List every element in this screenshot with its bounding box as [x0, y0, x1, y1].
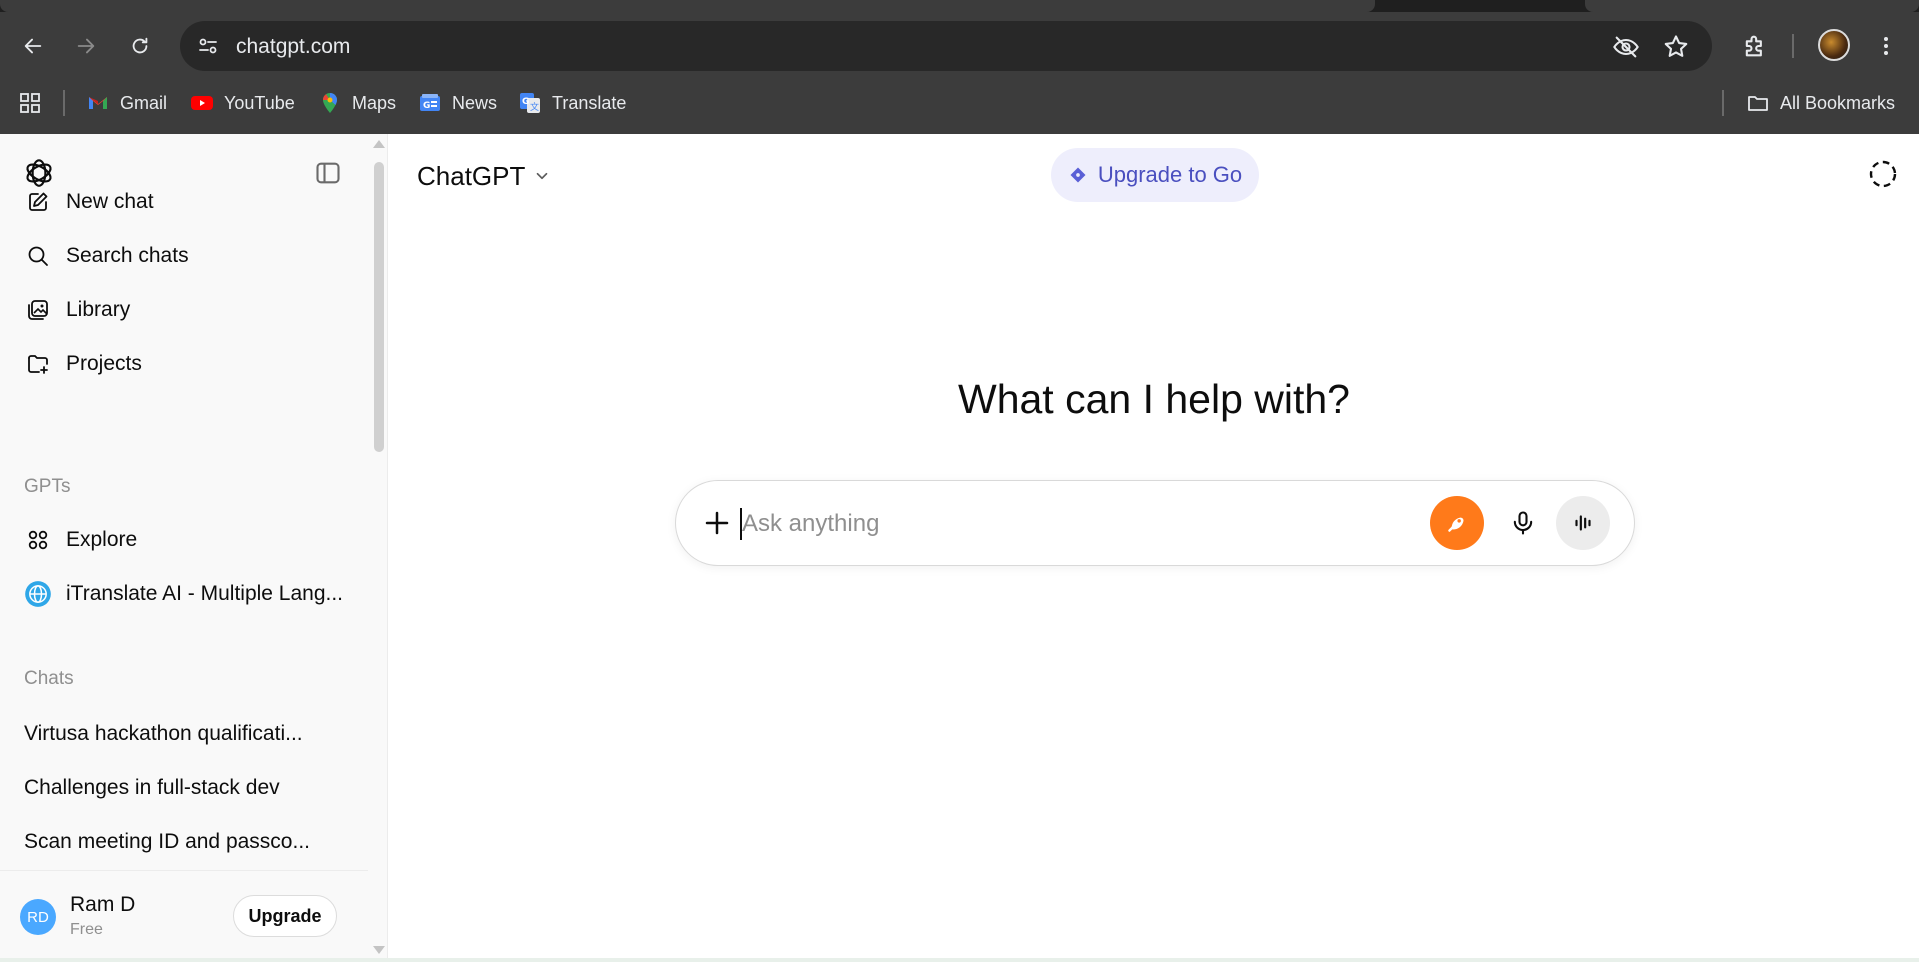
search-icon: [24, 242, 52, 270]
diamond-icon: [1070, 167, 1086, 183]
tab-strip: [0, 0, 1919, 12]
page-headline: What can I help with?: [958, 376, 1350, 422]
sidebar-item-search-chats[interactable]: Search chats: [24, 234, 364, 278]
bookmark-label: Maps: [352, 92, 397, 113]
browser-toolbar: chatgpt.com: [0, 12, 1919, 72]
folder-icon: [1746, 91, 1770, 115]
chat-history-item[interactable]: Virtusa hackathon qualificati...: [24, 722, 303, 746]
reload-button[interactable]: [122, 28, 158, 64]
plus-icon[interactable]: [702, 508, 732, 538]
svg-text:G: G: [423, 101, 430, 111]
all-bookmarks-label: All Bookmarks: [1780, 92, 1896, 113]
chat-history-item[interactable]: Challenges in full-stack dev: [24, 776, 280, 800]
bookmark-label: Translate: [552, 92, 627, 113]
sidebar-item-label: iTranslate AI - Multiple Lang...: [66, 582, 344, 605]
news-icon: G: [418, 91, 442, 115]
address-bar[interactable]: chatgpt.com: [180, 21, 1712, 71]
eye-off-icon[interactable]: [1612, 33, 1640, 61]
sidebar-item-explore[interactable]: Explore: [24, 518, 364, 562]
tools-button[interactable]: [1430, 496, 1484, 550]
window-bottom-edge: [0, 958, 1919, 962]
youtube-icon: [190, 91, 214, 115]
upgrade-to-go-button[interactable]: Upgrade to Go: [1051, 148, 1259, 202]
sidebar-item-projects[interactable]: Projects: [24, 342, 364, 386]
sidebar-item-label: Search chats: [66, 244, 189, 267]
svg-text:文: 文: [530, 101, 539, 113]
bookmark-label: Gmail: [120, 92, 168, 113]
bookmark-label: YouTube: [224, 92, 295, 113]
microphone-icon: [1513, 511, 1533, 535]
sidebar: New chat Search chats Library Projects G…: [0, 134, 388, 962]
bookmark-translate[interactable]: G文 Translate: [518, 90, 626, 116]
sidebar-item-label: Library: [66, 298, 131, 321]
scroll-up-arrow-icon[interactable]: [373, 140, 385, 148]
user-profile-section[interactable]: RD Ram D Free Upgrade: [0, 870, 368, 962]
user-plan: Free: [70, 921, 103, 938]
upgrade-button[interactable]: Upgrade: [233, 895, 337, 937]
model-label: ChatGPT: [417, 160, 526, 191]
forward-button[interactable]: [68, 28, 104, 64]
user-name: Ram D: [70, 893, 136, 916]
bookmark-gmail[interactable]: Gmail: [86, 90, 167, 116]
gpts-heading: GPTs: [24, 476, 71, 497]
reload-icon: [132, 37, 148, 54]
main-content: ChatGPT Upgrade to Go What can I help wi…: [389, 134, 1919, 962]
sidebar-item-library[interactable]: Library: [24, 288, 364, 332]
bookmark-label: News: [452, 92, 498, 113]
sidebar-item-label: New chat: [66, 190, 154, 213]
chats-heading: Chats: [24, 668, 74, 689]
active-tab[interactable]: [0, 0, 1375, 12]
folder-plus-icon: [24, 350, 52, 378]
extensions-button[interactable]: [1738, 30, 1772, 62]
bookmarks-divider: [63, 90, 65, 116]
scroll-down-arrow-icon[interactable]: [373, 946, 385, 954]
sidebar-item-new-chat[interactable]: New chat: [24, 180, 364, 224]
compose-icon: [24, 188, 52, 216]
upgrade-pill-label: Upgrade to Go: [1097, 162, 1243, 187]
translate-icon: G文: [518, 91, 542, 115]
browser-menu-button[interactable]: [1874, 30, 1898, 62]
grid-icon: [24, 526, 52, 554]
chat-history-item[interactable]: Scan meeting ID and passco...: [24, 830, 310, 854]
globe-icon: [24, 580, 52, 608]
sidebar-scrollbar-thumb[interactable]: [374, 162, 384, 452]
all-bookmarks-button[interactable]: All Bookmarks: [1746, 90, 1895, 116]
model-picker[interactable]: ChatGPT: [417, 158, 551, 194]
prompt-input[interactable]: [742, 503, 1362, 545]
voice-mode-button[interactable]: [1556, 496, 1610, 550]
temporary-chat-icon[interactable]: [1867, 158, 1899, 190]
svg-text:G: G: [522, 97, 529, 107]
bookmark-star-icon[interactable]: [1662, 33, 1690, 61]
library-icon: [24, 296, 52, 324]
composer[interactable]: [675, 480, 1635, 566]
sidebar-item-itranslate[interactable]: iTranslate AI - Multiple Lang...: [24, 572, 364, 616]
waveform-icon: [1575, 515, 1591, 531]
chevron-down-icon: [537, 172, 548, 180]
kebab-menu-icon: [1884, 37, 1888, 55]
gmail-icon: [86, 91, 110, 115]
back-button[interactable]: [15, 28, 51, 64]
background-tab[interactable]: [1585, 0, 1919, 12]
bookmark-youtube[interactable]: YouTube: [190, 90, 295, 116]
dictate-button[interactable]: [1500, 500, 1546, 546]
apps-grid-icon[interactable]: [18, 91, 42, 115]
site-info-icon[interactable]: [196, 34, 220, 58]
url-text[interactable]: chatgpt.com: [236, 35, 350, 59]
magic-tools-icon: [1448, 517, 1464, 532]
bookmarks-bar: Gmail YouTube Maps G News G文 Translate A…: [0, 72, 1919, 134]
user-avatar[interactable]: RD: [20, 899, 56, 935]
profile-avatar[interactable]: [1818, 29, 1850, 61]
arrow-left-icon: [24, 38, 42, 54]
maps-icon: [318, 91, 342, 115]
bookmarks-divider-right: [1722, 90, 1724, 116]
puzzle-icon: [1745, 35, 1762, 57]
sidebar-item-label: Projects: [66, 352, 142, 375]
sidebar-item-label: Explore: [66, 528, 138, 551]
toolbar-divider: [1792, 34, 1794, 58]
arrow-right-icon: [77, 38, 95, 54]
bookmark-news[interactable]: G News: [418, 90, 497, 116]
bookmark-maps[interactable]: Maps: [318, 90, 396, 116]
